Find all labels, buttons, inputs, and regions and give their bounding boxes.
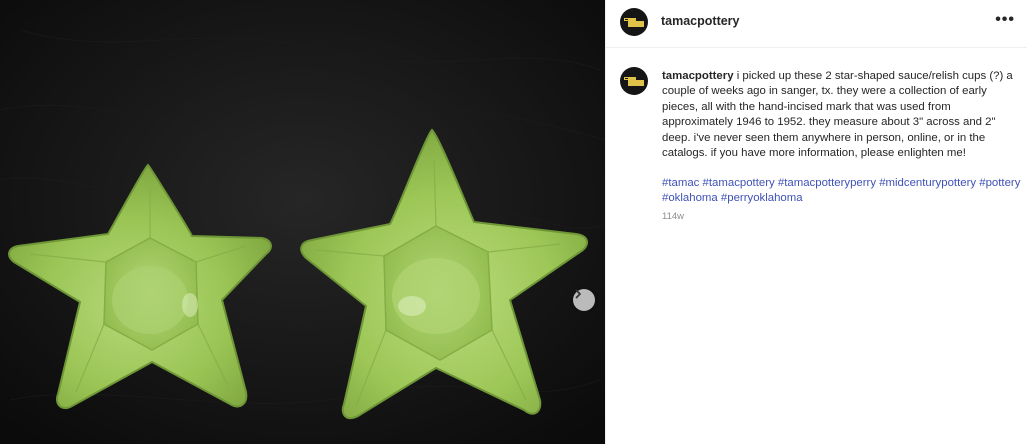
post-photo[interactable] [0,0,605,444]
hashtag-link[interactable]: #perryoklahoma [721,192,803,204]
hashtag-link[interactable]: #pottery [979,177,1020,189]
oklahoma-state-logo-icon [624,77,644,86]
post-author-username[interactable]: tamacpottery [661,14,740,28]
next-photo-button[interactable] [573,289,595,311]
hashtag-list: #tamac #tamacpottery #tamacpotteryperry … [662,176,1024,207]
hashtag-link[interactable]: #tamacpottery [703,177,775,189]
post-header: tamacpottery ••• [606,0,1027,48]
hashtag-link[interactable]: #tamac [662,177,699,189]
caption-username[interactable]: tamacpottery [662,70,734,82]
caption-text: tamacpottery i picked up these 2 star-sh… [662,69,1020,161]
hashtag-link[interactable]: #midcenturypottery [879,177,976,189]
hashtag-link[interactable]: #tamacpotteryperry [778,177,876,189]
star-dishes-image [0,0,605,444]
post-details-pane: tamacpottery ••• tamacpottery i picked u… [605,0,1027,444]
post-age[interactable]: 114w [662,211,684,222]
caption-body: i picked up these 2 star-shaped sauce/re… [662,70,1013,160]
chevron-right-icon [575,289,581,299]
more-options-icon[interactable]: ••• [995,8,1015,32]
avatar[interactable] [620,67,648,95]
oklahoma-state-logo-icon [624,18,644,27]
avatar[interactable] [620,8,648,36]
hashtag-link[interactable]: #oklahoma [662,192,718,204]
